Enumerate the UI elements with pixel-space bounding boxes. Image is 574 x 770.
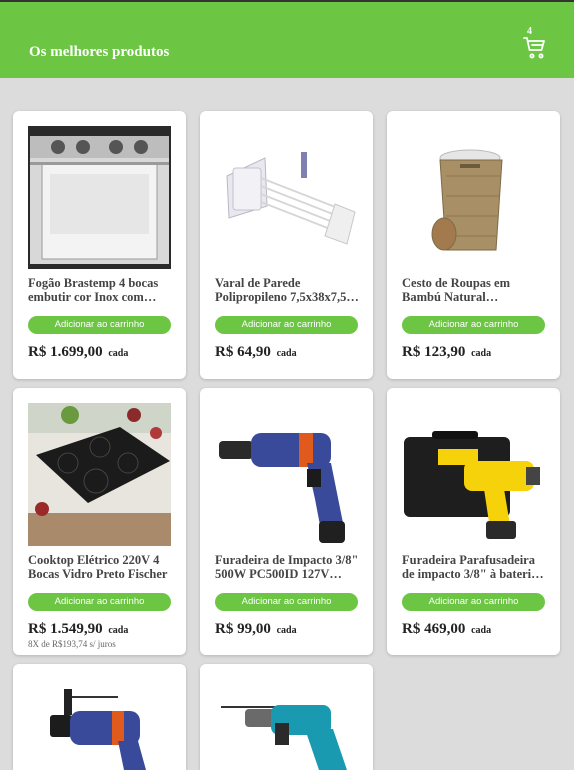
product-price: R$ 123,90 cada xyxy=(402,344,491,361)
product-price: R$ 1.549,90 cada xyxy=(28,621,128,638)
product-image-cordless-drill[interactable] xyxy=(402,403,545,546)
product-price: R$ 469,00 cada xyxy=(402,621,491,638)
product-card: Cooktop Elétrico 220V 4 Bocas Vidro Pret… xyxy=(13,388,186,655)
product-card: Cesto de Roupas em Bambú Natural Redondo… xyxy=(387,111,560,379)
add-to-cart-button[interactable]: Adicionar ao carrinho xyxy=(215,593,358,611)
product-name[interactable]: Cooktop Elétrico 220V 4 Bocas Vidro Pret… xyxy=(28,553,173,581)
add-to-cart-button[interactable]: Adicionar ao carrinho xyxy=(215,316,358,334)
page-title: Os melhores produtos xyxy=(29,44,170,60)
product-price: R$ 1.699,00 cada xyxy=(28,344,128,361)
price-unit: cada xyxy=(471,625,492,636)
add-to-cart-button[interactable]: Adicionar ao carrinho xyxy=(28,316,171,334)
header: Os melhores produtos xyxy=(0,2,574,78)
add-to-cart-button[interactable]: Adicionar ao carrinho xyxy=(402,593,545,611)
add-to-cart-button[interactable]: Adicionar ao carrinho xyxy=(28,593,171,611)
price-value: R$ 469,00 xyxy=(402,621,466,637)
product-image-hammer-drill[interactable] xyxy=(215,679,358,770)
price-unit: cada xyxy=(471,348,492,359)
product-card: Varal de Parede Polipropileno 7,5x38x7,5… xyxy=(200,111,373,379)
price-unit: cada xyxy=(276,348,297,359)
product-price: R$ 64,90 cada xyxy=(215,344,297,361)
price-unit: cada xyxy=(108,348,129,359)
price-value: R$ 64,90 xyxy=(215,344,271,360)
add-to-cart-button[interactable]: Adicionar ao carrinho xyxy=(402,316,545,334)
product-card xyxy=(200,664,373,770)
product-name[interactable]: Cesto de Roupas em Bambú Natural Redondo… xyxy=(402,276,547,304)
product-name[interactable]: Furadeira de Impacto 3/8" 500W PC500ID 1… xyxy=(215,553,360,581)
product-name[interactable]: Varal de Parede Polipropileno 7,5x38x7,5… xyxy=(215,276,360,304)
installments-text: 8X de R$193,74 s/ juros xyxy=(28,639,116,649)
price-unit: cada xyxy=(108,625,129,636)
product-name[interactable]: Furadeira Parafusadeira de impacto 3/8" … xyxy=(402,553,547,581)
product-image-impact-drill[interactable] xyxy=(215,403,358,546)
product-price: R$ 99,00 cada xyxy=(215,621,297,638)
price-value: R$ 123,90 xyxy=(402,344,466,360)
shopping-cart-icon[interactable] xyxy=(523,36,547,60)
product-image-drill[interactable] xyxy=(28,679,171,770)
product-card: Furadeira Parafusadeira de impacto 3/8" … xyxy=(387,388,560,655)
product-image-stove[interactable] xyxy=(28,126,171,269)
price-unit: cada xyxy=(276,625,297,636)
product-image-clothesline[interactable] xyxy=(215,126,358,269)
product-card: Fogão Brastemp 4 bocas embutir cor Inox … xyxy=(13,111,186,379)
product-card xyxy=(13,664,186,770)
price-value: R$ 1.699,00 xyxy=(28,344,103,360)
price-value: R$ 1.549,90 xyxy=(28,621,103,637)
product-name[interactable]: Fogão Brastemp 4 bocas embutir cor Inox … xyxy=(28,276,173,304)
product-image-cooktop[interactable] xyxy=(28,403,171,546)
product-image-laundry-basket[interactable] xyxy=(402,126,545,269)
price-value: R$ 99,00 xyxy=(215,621,271,637)
product-card: Furadeira de Impacto 3/8" 500W PC500ID 1… xyxy=(200,388,373,655)
